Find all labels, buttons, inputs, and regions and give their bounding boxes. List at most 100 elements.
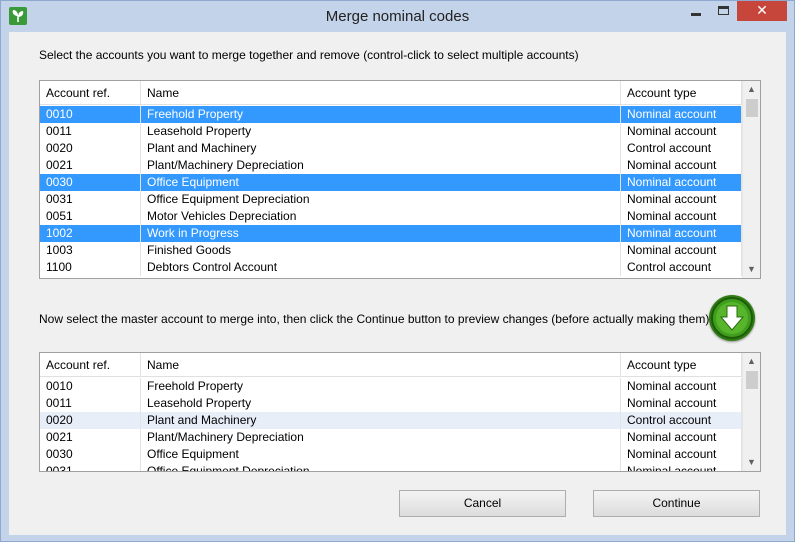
vertical-scrollbar[interactable]: ▲ ▼ xyxy=(742,81,760,278)
table-row[interactable]: 0021 Plant/Machinery Depreciation Nominal … xyxy=(40,157,742,174)
cell-name: Leasehold Property xyxy=(141,395,621,412)
maximize-icon xyxy=(718,6,729,15)
minimize-icon xyxy=(691,13,701,16)
cell-account-ref: 0020 xyxy=(40,412,141,429)
cell-account-ref: 1003 xyxy=(40,242,141,259)
table-row[interactable]: 0011 Leasehold Property Nominal account xyxy=(40,395,742,412)
cell-account-ref: 0010 xyxy=(40,106,141,123)
cell-name: Leasehold Property xyxy=(141,123,621,140)
master-instruction-label: Now select the master account to merge i… xyxy=(39,312,710,326)
cell-name: Office Equipment xyxy=(141,446,621,463)
cell-name: Plant/Machinery Depreciation xyxy=(141,429,621,446)
table-row[interactable]: 0030 Office Equipment Nominal account xyxy=(40,174,742,191)
table-row[interactable]: 0031 Office Equipment Depreciation Nominal… xyxy=(40,191,742,208)
cell-name: Freehold Property xyxy=(141,378,621,395)
cell-name: Debtors Control Account xyxy=(141,259,621,276)
scroll-thumb[interactable] xyxy=(746,99,758,117)
cell-account-type: Nominal account xyxy=(621,395,742,412)
cell-account-type: Nominal account xyxy=(621,225,742,242)
cell-account-ref: 0011 xyxy=(40,395,141,412)
cell-account-ref: 0051 xyxy=(40,208,141,225)
cell-name: Office Equipment Depreciation xyxy=(141,463,621,471)
cell-account-type: Nominal account xyxy=(621,123,742,140)
cell-account-ref: 0020 xyxy=(40,140,141,157)
title-bar[interactable]: Merge nominal codes ✕ xyxy=(1,1,794,32)
cell-account-ref: 0021 xyxy=(40,157,141,174)
scroll-up-icon[interactable]: ▲ xyxy=(743,353,760,370)
close-icon: ✕ xyxy=(756,2,768,18)
column-header-account-type[interactable]: Account type xyxy=(621,353,742,377)
cell-name: Freehold Property xyxy=(141,106,621,123)
grid-header: Account ref. Name Account type xyxy=(40,81,742,105)
master-account-rows: 0010 Freehold Property Nominal account 0011… xyxy=(40,378,742,471)
scroll-down-icon[interactable]: ▼ xyxy=(743,261,760,278)
column-header-name[interactable]: Name xyxy=(141,353,621,377)
cell-account-type: Nominal account xyxy=(621,446,742,463)
cell-name: Plant and Machinery xyxy=(141,412,621,429)
continue-button[interactable]: Continue xyxy=(593,490,760,517)
column-header-name[interactable]: Name xyxy=(141,81,621,105)
cell-account-type: Nominal account xyxy=(621,429,742,446)
cell-name: Motor Vehicles Depreciation xyxy=(141,208,621,225)
table-row[interactable]: 0020 Plant and Machinery Control account xyxy=(40,140,742,157)
table-row[interactable]: 1002 Work in Progress Nominal account xyxy=(40,225,742,242)
scroll-down-icon[interactable]: ▼ xyxy=(743,454,760,471)
column-header-account-type[interactable]: Account type xyxy=(621,81,742,105)
cell-account-ref: 0010 xyxy=(40,378,141,395)
table-row[interactable]: 1100 Debtors Control Account Control accou… xyxy=(40,259,742,276)
cell-name: Finished Goods xyxy=(141,242,621,259)
merge-nominal-codes-window: Merge nominal codes ✕ Select the account… xyxy=(0,0,795,542)
cell-account-type: Nominal account xyxy=(621,208,742,225)
cell-name: Plant and Machinery xyxy=(141,140,621,157)
close-button[interactable]: ✕ xyxy=(737,1,787,21)
table-row[interactable]: 0021 Plant/Machinery Depreciation Nominal … xyxy=(40,429,742,446)
cell-account-type: Nominal account xyxy=(621,106,742,123)
table-row[interactable]: 0031 Office Equipment Depreciation Nominal… xyxy=(40,463,742,471)
cell-account-type: Control account xyxy=(621,412,742,429)
table-row[interactable]: 1003 Finished Goods Nominal account xyxy=(40,242,742,259)
table-row[interactable]: 0051 Motor Vehicles Depreciation Nominal a… xyxy=(40,208,742,225)
column-header-account-ref[interactable]: Account ref. xyxy=(40,81,141,105)
cell-account-ref: 0011 xyxy=(40,123,141,140)
column-header-account-ref[interactable]: Account ref. xyxy=(40,353,141,377)
cell-name: Office Equipment Depreciation xyxy=(141,191,621,208)
cell-account-type: Nominal account xyxy=(621,463,742,471)
grid-header: Account ref. Name Account type xyxy=(40,353,742,377)
scroll-up-icon[interactable]: ▲ xyxy=(743,81,760,98)
cell-account-type: Control account xyxy=(621,140,742,157)
accounts-to-merge-grid[interactable]: Account ref. Name Account type 0010 Freeh… xyxy=(39,80,761,279)
minimize-button[interactable] xyxy=(682,1,710,21)
cell-account-type: Nominal account xyxy=(621,191,742,208)
table-row[interactable]: 0010 Freehold Property Nominal account xyxy=(40,106,742,123)
table-row[interactable]: 0030 Office Equipment Nominal account xyxy=(40,446,742,463)
scroll-thumb[interactable] xyxy=(746,371,758,389)
cell-account-type: Nominal account xyxy=(621,378,742,395)
cell-account-ref: 0031 xyxy=(40,191,141,208)
vertical-scrollbar[interactable]: ▲ ▼ xyxy=(742,353,760,471)
merge-arrow-button[interactable] xyxy=(709,295,755,341)
cell-account-type: Nominal account xyxy=(621,242,742,259)
dialog-body: Select the accounts you want to merge to… xyxy=(9,32,786,535)
cell-account-ref: 1100 xyxy=(40,259,141,276)
cell-account-ref: 1002 xyxy=(40,225,141,242)
merge-instruction-label: Select the accounts you want to merge to… xyxy=(39,48,579,62)
cell-name: Office Equipment xyxy=(141,174,621,191)
table-row[interactable]: 0011 Leasehold Property Nominal account xyxy=(40,123,742,140)
master-account-grid[interactable]: Account ref. Name Account type 0010 Freeh… xyxy=(39,352,761,472)
cell-name: Work in Progress xyxy=(141,225,621,242)
cell-account-ref: 0031 xyxy=(40,463,141,471)
cell-account-type: Nominal account xyxy=(621,157,742,174)
window-title: Merge nominal codes xyxy=(325,8,470,25)
cell-name: Plant/Machinery Depreciation xyxy=(141,157,621,174)
cell-account-ref: 0030 xyxy=(40,446,141,463)
table-row[interactable]: 0020 Plant and Machinery Control account xyxy=(40,412,742,429)
cell-account-type: Nominal account xyxy=(621,174,742,191)
accounts-to-merge-rows: 0010 Freehold Property Nominal account 0011… xyxy=(40,106,742,276)
maximize-button[interactable] xyxy=(710,1,737,21)
cell-account-ref: 0030 xyxy=(40,174,141,191)
cell-account-type: Control account xyxy=(621,259,742,276)
down-arrow-icon xyxy=(711,297,753,339)
table-row[interactable]: 0010 Freehold Property Nominal account xyxy=(40,378,742,395)
cancel-button[interactable]: Cancel xyxy=(399,490,566,517)
cell-account-ref: 0021 xyxy=(40,429,141,446)
